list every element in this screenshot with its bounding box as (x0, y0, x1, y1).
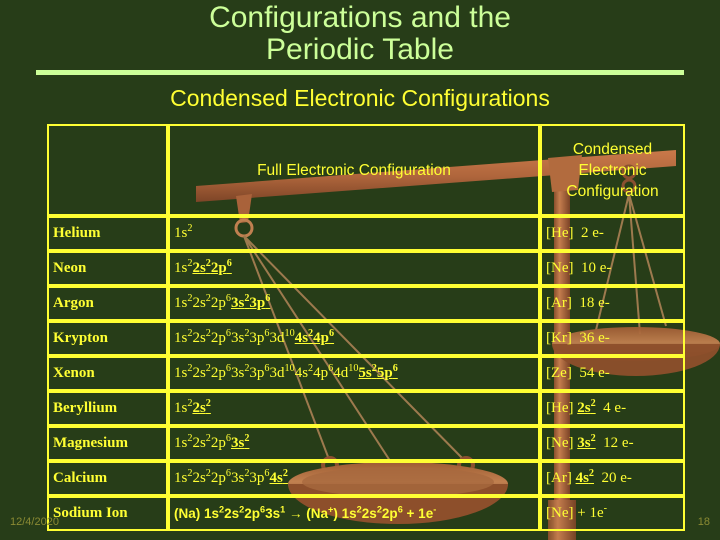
electron-count: 10 e- (573, 260, 612, 276)
noble-gas-core: [Ne] + 1e (546, 505, 604, 521)
cell-full-configuration: 1s22s22p63s23p63d104s24p64d105s25p6 (168, 356, 540, 391)
cell-element-name: Xenon (47, 356, 168, 391)
table-row: Beryllium 1s22s2 [He] 2s2 4 e- (47, 391, 685, 426)
noble-gas-core: [Ne] (546, 260, 574, 276)
noble-gas-core: [Ar] (546, 470, 572, 486)
header-condensed-line2: Electronic (578, 161, 647, 179)
configuration-table-container: Full Electronic Configuration Condensed … (47, 124, 685, 531)
slide-title: Configurations and the Periodic Table (0, 2, 720, 66)
electron-count: 18 e- (571, 295, 610, 311)
cell-full-configuration: 1s22s22p63s23p6 (168, 286, 540, 321)
title-divider-rule (36, 70, 684, 75)
table-row: Krypton 1s22s22p63s23p63d104s24p6 [Kr] 36 … (47, 321, 685, 356)
table-header-row: Full Electronic Configuration Condensed … (47, 124, 685, 216)
cell-condensed-configuration: [Kr] 36 e- (540, 321, 685, 356)
table-row: Neon 1s22s22p6 [Ne] 10 e- (47, 251, 685, 286)
cell-condensed-configuration: [He] 2 e- (540, 216, 685, 251)
electron-count: 12 e- (595, 435, 634, 451)
noble-gas-core: [Kr] (546, 330, 572, 346)
electron-count: 20 e- (594, 470, 632, 486)
cell-condensed-configuration: [Ne] 3s2 12 e- (540, 426, 685, 461)
cell-element-name: Beryllium (47, 391, 168, 426)
cell-full-configuration: 1s22s22p63s23p63d104s24p6 (168, 321, 540, 356)
table-row: Xenon 1s22s22p63s23p63d104s24p64d105s25p6… (47, 356, 685, 391)
noble-gas-core: [He] (546, 225, 574, 241)
cell-condensed-configuration: [Ze] 54 e- (540, 356, 685, 391)
cell-element-name: Argon (47, 286, 168, 321)
header-condensed-line3: Configuration (566, 182, 659, 200)
cell-full-configuration: 1s2 (168, 216, 540, 251)
header-cell-condensed-configuration: Condensed Electronic Configuration (540, 124, 685, 216)
configuration-table: Full Electronic Configuration Condensed … (47, 124, 685, 531)
electron-count: 4 e- (595, 400, 627, 416)
cell-condensed-configuration: [Ar] 4s2 20 e- (540, 461, 685, 496)
cell-full-configuration: 1s22s2 (168, 391, 540, 426)
header-condensed-line1: Condensed (572, 140, 653, 158)
header-cell-element (47, 124, 168, 216)
noble-gas-core: [Ar] (546, 295, 572, 311)
slide-title-line2: Periodic Table (266, 33, 454, 66)
footer-date: 12/4/2020 (10, 516, 59, 528)
cell-element-name: Sodium Ion (47, 496, 168, 531)
cell-element-name: Magnesium (47, 426, 168, 461)
cell-condensed-configuration: [Ar] 18 e- (540, 286, 685, 321)
table-row: Argon 1s22s22p63s23p6 [Ar] 18 e- (47, 286, 685, 321)
noble-gas-core: [Ze] (546, 365, 572, 381)
header-cell-full-configuration: Full Electronic Configuration (168, 124, 540, 216)
cell-element-name: Krypton (47, 321, 168, 356)
electron-count: 36 e- (571, 330, 610, 346)
cell-condensed-configuration: [Ne] 10 e- (540, 251, 685, 286)
cell-element-name: Helium (47, 216, 168, 251)
table-row: Helium 1s2 [He] 2 e- (47, 216, 685, 251)
electron-count: 2 e- (573, 225, 604, 241)
table-row: Magnesium 1s22s22p63s2 [Ne] 3s2 12 e- (47, 426, 685, 461)
slide-title-line1: Configurations and the (209, 1, 511, 34)
configuration-table-body: Full Electronic Configuration Condensed … (47, 124, 685, 531)
cell-element-name: Calcium (47, 461, 168, 496)
cell-element-name: Neon (47, 251, 168, 286)
cell-full-configuration: (Na) 1s22s22p63s1 → (Na+) 1s22s22p6 + 1e… (168, 496, 540, 531)
cell-full-configuration: 1s22s22p63s2 (168, 426, 540, 461)
table-row: Sodium Ion (Na) 1s22s22p63s1 → (Na+) 1s22… (47, 496, 685, 531)
footer-page-number: 18 (697, 516, 710, 528)
cell-full-configuration: 1s22s22p63s23p64s2 (168, 461, 540, 496)
electron-count: 54 e- (571, 365, 610, 381)
cell-condensed-configuration: [Ne] + 1e- (540, 496, 685, 531)
noble-gas-core: [Ne] (546, 435, 574, 451)
table-row: Calcium 1s22s22p63s23p64s2 [Ar] 4s2 20 e- (47, 461, 685, 496)
noble-gas-core: [He] (546, 400, 574, 416)
slide-subtitle: Condensed Electronic Configurations (170, 85, 550, 111)
cell-condensed-configuration: [He] 2s2 4 e- (540, 391, 685, 426)
cell-full-configuration: 1s22s22p6 (168, 251, 540, 286)
